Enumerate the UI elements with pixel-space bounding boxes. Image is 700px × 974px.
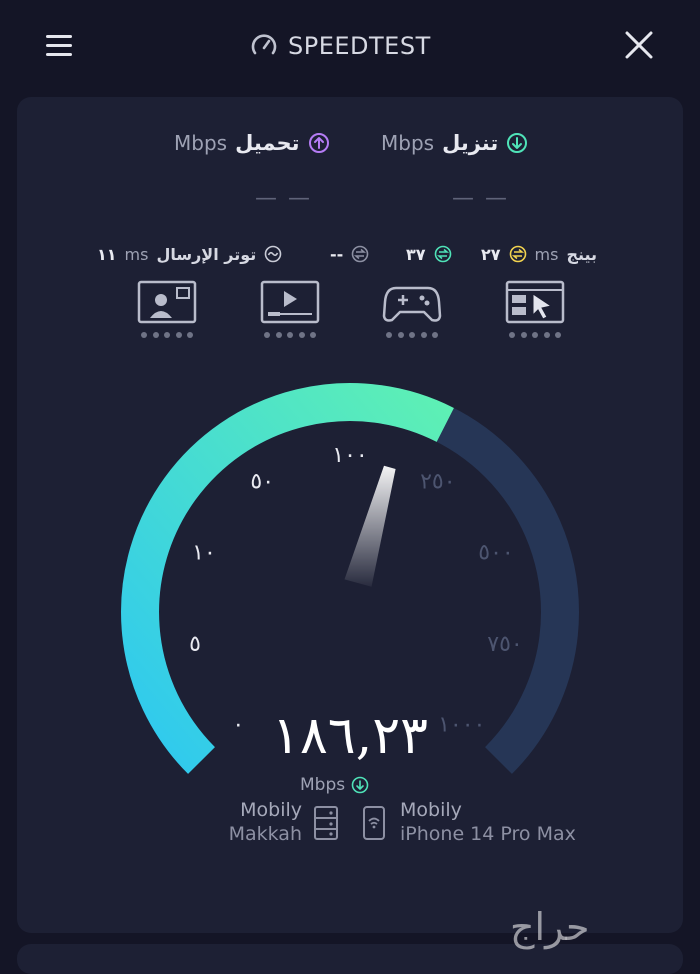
gauge-tick-label: ٥ [189,632,201,657]
gauge-tick-label: ١٠ [192,541,216,566]
gauge-tick-label: ٧٥٠ [487,632,522,657]
device-model: iPhone 14 Pro Max [400,823,576,845]
gauge-tick-label: ٢٥٠ [420,470,455,495]
server-provider: Mobily [240,799,302,821]
watermark: حراج [510,905,590,949]
gauge-tick-label: ١٠٠ [332,443,367,468]
phone-wifi-icon [363,806,385,840]
current-speed-value: ١٨٦,٢٣ [271,706,429,766]
server-info[interactable]: Mobily Makkah [222,798,302,846]
download-arrow-icon [351,776,369,794]
speed-unit-label: Mbps [300,775,346,795]
server-icon [314,806,338,840]
device-info[interactable]: Mobily iPhone 14 Pro Max [400,798,576,846]
gauge-tick-label: ٥٠ [250,470,274,495]
gauge-needle [344,465,396,587]
device-provider: Mobily [400,799,462,821]
server-location: Makkah [228,823,302,845]
speed-gauge: ٠٥١٠٥٠١٠٠٢٥٠٥٠٠٧٥٠١٠٠٠ [121,383,579,774]
current-speed-unit: Mbps [300,773,369,797]
gauge-tick-label: ٥٠٠ [478,541,513,566]
